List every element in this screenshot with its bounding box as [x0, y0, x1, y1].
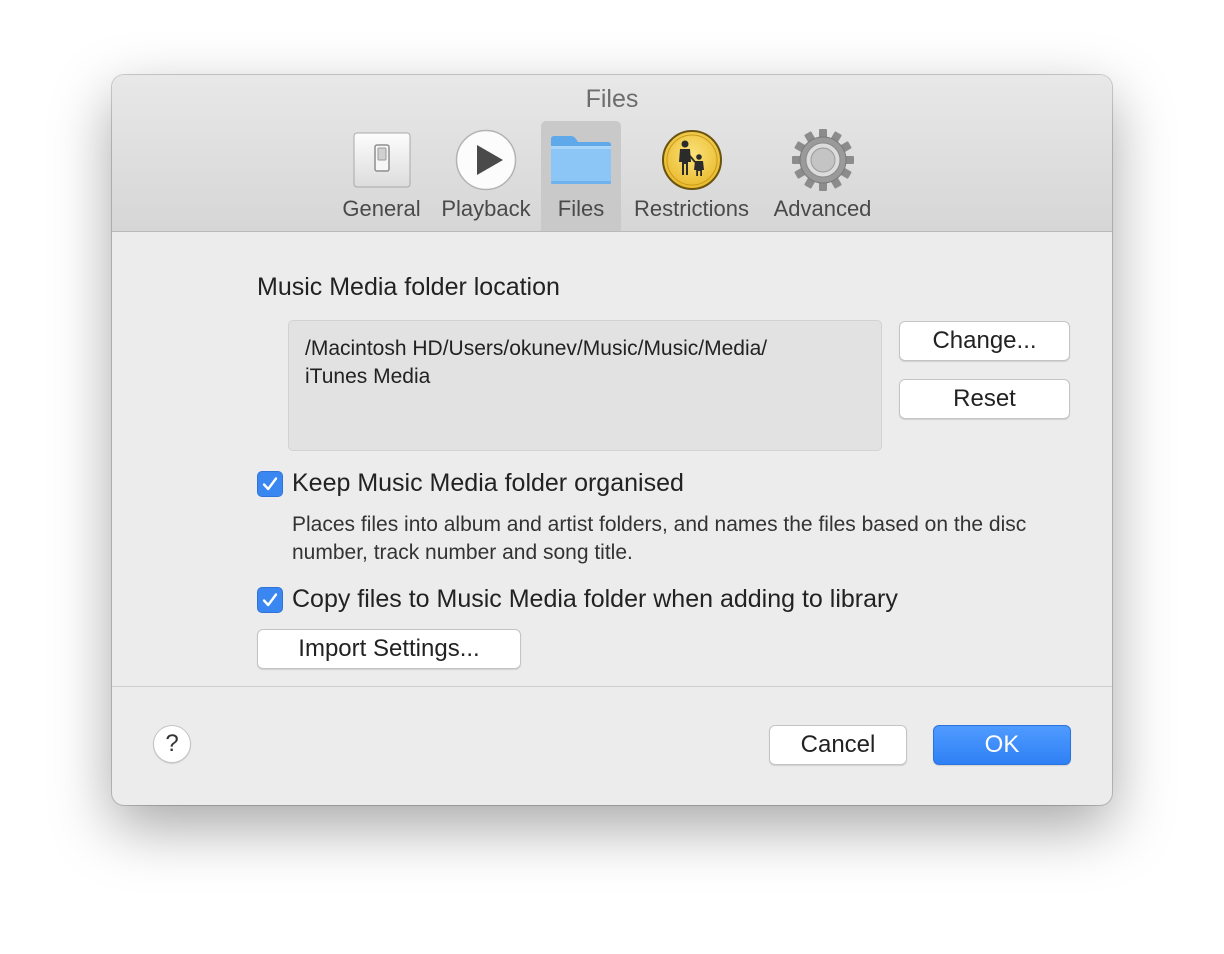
switch-icon: [353, 132, 410, 188]
cancel-button[interactable]: Cancel: [769, 725, 907, 765]
folder-location-label: Music Media folder location: [257, 273, 560, 301]
ok-button[interactable]: OK: [933, 725, 1071, 765]
gear-icon: [791, 129, 854, 191]
tab-general[interactable]: General: [336, 121, 427, 231]
keep-organised-checkbox[interactable]: [257, 470, 283, 497]
copy-files-row[interactable]: Copy files to Music Media folder when ad…: [257, 585, 898, 614]
tab-advanced[interactable]: Advanced: [765, 121, 880, 231]
tab-restrictions[interactable]: Restrictions: [625, 121, 758, 231]
parental-icon: [661, 130, 722, 190]
folder-path-line-2: iTunes Media: [305, 365, 431, 388]
footer-divider: [112, 686, 1112, 687]
window-title: Files: [585, 85, 639, 113]
tab-playback[interactable]: Playback: [435, 121, 537, 231]
play-icon: [455, 129, 517, 191]
tab-restrictions-label: Restrictions: [634, 196, 749, 221]
tab-advanced-label: Advanced: [773, 196, 872, 221]
keep-organised-label: Keep Music Media folder organised: [292, 469, 684, 497]
import-settings-button[interactable]: Import Settings...: [257, 629, 521, 669]
keep-organised-description: Places files into album and artist folde…: [292, 513, 1027, 564]
reset-button[interactable]: Reset: [899, 379, 1070, 419]
checkmark-icon: [262, 592, 278, 606]
copy-files-checkbox[interactable]: [257, 586, 283, 613]
tab-files-label: Files: [557, 196, 605, 221]
preferences-window: Files General Playback Files Restriction…: [112, 75, 1112, 805]
copy-files-label: Copy files to Music Media folder when ad…: [292, 585, 898, 613]
folder-path-line-1: /Macintosh HD/Users/okunev/Music/Music/M…: [305, 337, 768, 360]
help-button[interactable]: ?: [153, 725, 191, 763]
tab-files[interactable]: Files: [541, 121, 621, 231]
toolbar: Files General Playback Files Restriction…: [112, 75, 1112, 232]
folder-path-display: /Macintosh HD/Users/okunev/Music/Music/M…: [288, 320, 882, 451]
tab-playback-label: Playback: [441, 196, 531, 221]
files-pane: Music Media folder location /Macintosh H…: [112, 232, 1112, 805]
tab-general-label: General: [342, 196, 421, 221]
keep-organised-row[interactable]: Keep Music Media folder organised: [257, 469, 684, 498]
change-button[interactable]: Change...: [899, 321, 1070, 361]
folder-icon: [551, 136, 611, 184]
checkmark-icon: [262, 476, 278, 490]
